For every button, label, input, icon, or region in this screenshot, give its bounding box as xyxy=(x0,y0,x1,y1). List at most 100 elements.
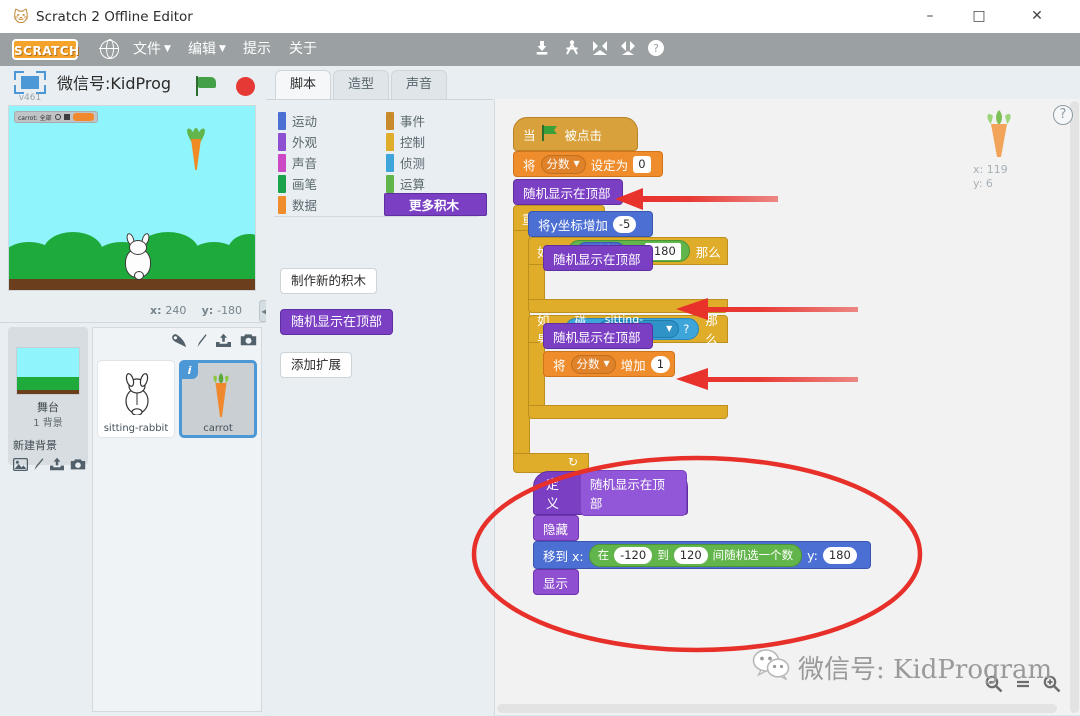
block-define-hat[interactable]: 定义 随机显示在顶部 xyxy=(533,470,688,516)
stop-button[interactable] xyxy=(236,77,255,96)
palette-category-sound-label: 声音 xyxy=(292,156,318,171)
upload-backdrop-icon[interactable] xyxy=(49,457,65,475)
scissors-icon[interactable] xyxy=(561,39,583,61)
block-call-label: 随机显示在顶部 xyxy=(553,329,641,345)
block-show[interactable]: 显示 xyxy=(533,569,579,595)
sprite-carrot[interactable] xyxy=(185,127,207,170)
set-var-value[interactable]: 0 xyxy=(633,155,651,173)
block-show-label: 显示 xyxy=(543,575,569,591)
stage-selector[interactable]: 舞台 1 背景 新建背景 xyxy=(8,327,88,471)
watcher-label: carrot: 全部 xyxy=(18,114,52,122)
shrink-icon[interactable] xyxy=(617,39,639,61)
scratch-logo[interactable]: SCRATCH xyxy=(12,39,79,60)
sprite-tile-carrot[interactable]: i carrot xyxy=(179,360,257,438)
rand-from-value[interactable]: -120 xyxy=(614,546,653,564)
palette-category-motion[interactable]: 运动 xyxy=(278,111,317,130)
palette-category-operators[interactable]: 运算 xyxy=(386,174,425,193)
maximize-button[interactable]: □ xyxy=(956,0,1002,33)
menu-item-edit[interactable]: 编辑 ▼ xyxy=(188,33,226,66)
minimize-button[interactable]: – xyxy=(907,0,953,33)
block-when-flag-clicked[interactable]: 当 被点击 xyxy=(513,117,638,151)
green-flag-icon[interactable] xyxy=(196,76,218,96)
tab-scripts[interactable]: 脚本 xyxy=(275,70,331,100)
define-custom-block-name: 随机显示在顶部 xyxy=(579,470,687,516)
variable-dropdown[interactable]: 分数 ▼ xyxy=(570,354,616,374)
goto-y-value[interactable]: 180 xyxy=(822,546,857,564)
paint-sprite-icon[interactable] xyxy=(196,333,207,352)
menu-item-tips-label: 提示 xyxy=(243,41,271,57)
canvas-vertical-scrollbar[interactable] xyxy=(1070,101,1079,713)
make-new-block-button[interactable]: 制作新的积木 xyxy=(280,268,378,294)
block-set-variable[interactable]: 将 分数 ▼ 设定为 0 xyxy=(513,151,663,177)
menu-item-about[interactable]: 关于 xyxy=(289,33,317,66)
sprite-info-badge[interactable]: i xyxy=(181,362,198,379)
block-change-variable[interactable]: 将 分数 ▼ 增加 1 xyxy=(543,351,675,377)
paint-backdrop-icon[interactable] xyxy=(33,457,44,475)
category-color-swatch xyxy=(386,174,394,193)
camera-sprite-icon[interactable] xyxy=(240,333,257,351)
help-icon[interactable]: ? xyxy=(645,39,667,61)
stage-thumbnail xyxy=(16,347,80,395)
rand-to-value[interactable]: 120 xyxy=(673,546,708,564)
tab-costumes[interactable]: 造型 xyxy=(333,70,389,100)
grow-icon[interactable] xyxy=(589,39,611,61)
category-color-swatch xyxy=(386,132,394,151)
canvas-horizontal-scrollbar[interactable] xyxy=(497,704,1057,713)
block-change-y-by[interactable]: 将y坐标增加 -5 xyxy=(528,211,653,237)
rand-mid: 到 xyxy=(657,548,669,562)
script-canvas[interactable]: ? x: 119 y: 6 当 被点击 将 分数 ▼ 设定为 0 随机显示在顶部… xyxy=(494,99,1080,715)
watermark-x-value: 119 xyxy=(986,163,1008,176)
variable-dropdown[interactable]: 分数 ▼ xyxy=(540,154,586,174)
watermark-x: x: 119 xyxy=(959,163,1039,177)
close-button[interactable]: ✕ xyxy=(1014,0,1060,33)
palette-category-more-blocks[interactable]: 更多积木 xyxy=(384,193,487,216)
palette-category-data[interactable]: 数据 xyxy=(278,195,317,214)
upload-sprite-icon[interactable] xyxy=(215,333,232,352)
sprite-tile-label: sitting-rabbit xyxy=(103,423,169,434)
canvas-help-icon[interactable]: ? xyxy=(1053,105,1073,125)
category-color-swatch xyxy=(278,195,286,214)
palette-custom-block[interactable]: 随机显示在顶部 xyxy=(280,309,394,335)
category-color-swatch xyxy=(278,174,286,193)
menu-item-file[interactable]: 文件 ▼ xyxy=(133,33,171,66)
loop-arrow-icon: ↻ xyxy=(567,455,578,469)
palette-category-control[interactable]: 控制 xyxy=(386,132,425,151)
chevron-down-icon: ▼ xyxy=(603,359,610,368)
watermark-x-label: x: xyxy=(973,163,984,176)
category-color-swatch xyxy=(386,153,394,172)
watermark-y-value: 6 xyxy=(985,177,993,190)
stage-mouse-coordinates: x: 240 y: -180 xyxy=(150,303,242,319)
sprite-tile-sitting-rabbit[interactable]: i sitting-rabbit xyxy=(97,360,175,438)
palette-category-sensing[interactable]: 侦测 xyxy=(386,153,425,172)
camera-backdrop-icon[interactable] xyxy=(70,458,86,475)
if1-suffix: 那么 xyxy=(695,244,721,260)
pick-backdrop-icon[interactable] xyxy=(12,457,29,475)
scratch-offline-editor-window: 🐱 Scratch 2 Offline Editor – □ ✕ SCRATCH… xyxy=(0,0,1080,716)
palette-category-looks[interactable]: 外观 xyxy=(278,132,317,151)
stamp-icon[interactable] xyxy=(531,39,553,61)
globe-icon[interactable] xyxy=(99,39,119,59)
palette-category-pen[interactable]: 画笔 xyxy=(278,174,317,193)
add-extension-button[interactable]: 添加扩展 xyxy=(280,352,353,378)
block-call-random-top-3[interactable]: 随机显示在顶部 xyxy=(543,323,653,349)
sensing-question-mark: ? xyxy=(683,322,690,336)
palette-category-sound[interactable]: 声音 xyxy=(278,153,317,172)
palette-category-pen-label: 画笔 xyxy=(292,177,318,192)
block-call-random-top-1[interactable]: 随机显示在顶部 xyxy=(513,179,623,205)
sprite-sitting-rabbit[interactable] xyxy=(121,232,155,280)
palette-category-events[interactable]: 事件 xyxy=(386,111,425,130)
watermark-y: y: 6 xyxy=(959,177,1039,191)
pick-sprite-icon[interactable] xyxy=(171,333,188,352)
block-go-to-xy[interactable]: 移到 x: 在 -120 到 120 间随机选一个数 y: 180 xyxy=(533,541,871,569)
block-hide[interactable]: 隐藏 xyxy=(533,515,579,541)
fullscreen-stage-icon[interactable] xyxy=(14,71,46,94)
variable-watcher[interactable]: carrot: 全部 xyxy=(14,111,98,123)
change-var-value[interactable]: 1 xyxy=(650,355,671,373)
stage-canvas[interactable]: carrot: 全部 xyxy=(8,105,256,291)
operator-pick-random[interactable]: 在 -120 到 120 间随机选一个数 xyxy=(588,543,803,567)
scratch-cat-icon: 🐱 xyxy=(13,8,29,26)
block-call-random-top-2[interactable]: 随机显示在顶部 xyxy=(543,245,653,271)
tab-sounds[interactable]: 声音 xyxy=(391,70,447,100)
menu-item-tips[interactable]: 提示 xyxy=(243,33,271,66)
change-y-value[interactable]: -5 xyxy=(612,215,637,233)
